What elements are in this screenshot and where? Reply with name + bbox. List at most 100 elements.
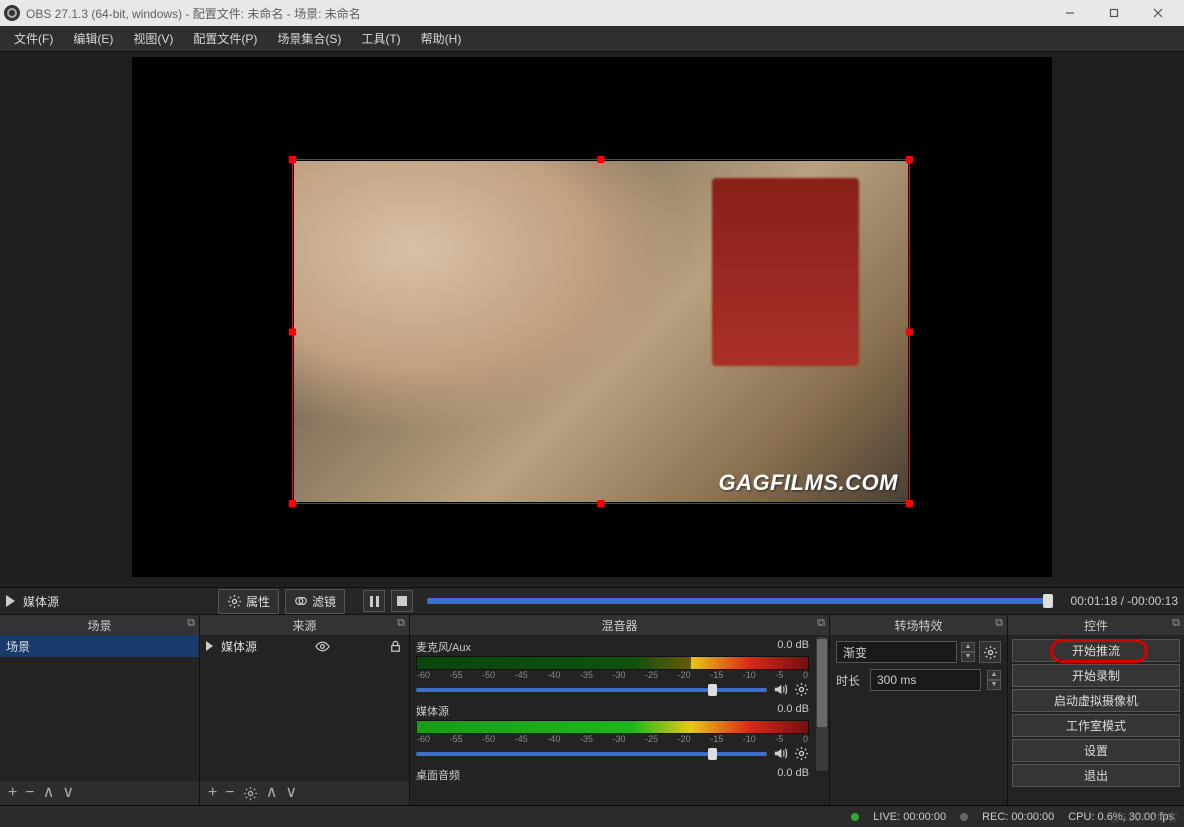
transition-spinner[interactable]: ▲▼ [961,642,975,662]
mute-button[interactable] [773,682,788,697]
add-scene-button[interactable]: + [8,785,17,801]
popout-icon[interactable]: ⧉ [397,617,405,630]
popout-icon[interactable]: ⧉ [817,617,825,630]
resize-handle[interactable] [289,328,296,335]
menu-tools[interactable]: 工具(T) [351,26,410,51]
close-button[interactable] [1136,0,1180,26]
gear-icon [983,645,998,660]
media-transport: 媒体源 属性 滤镜 00:01:18 / -00:00:13 [0,587,1184,615]
scenes-header: 场景⧉ [0,615,199,635]
channel-settings-button[interactable] [794,682,809,697]
duration-input[interactable]: 300 ms [870,669,981,691]
popout-icon[interactable]: ⧉ [1172,617,1180,630]
transition-settings-button[interactable] [979,641,1001,663]
exit-button[interactable]: 退出 [1012,764,1180,787]
seek-thumb[interactable] [1043,594,1053,608]
remove-source-button[interactable]: − [225,785,234,801]
properties-button[interactable]: 属性 [218,589,279,614]
time-display: 00:01:18 / -00:00:13 [1071,594,1178,608]
start-streaming-button[interactable]: 开始推流 [1012,639,1180,662]
source-selection[interactable]: GAGFILMS.COM [292,159,910,504]
blog-watermark: @51CTO博客 [1110,809,1178,825]
sources-toolbar: + − ∧ ∨ [200,781,409,805]
duration-label: 时长 [836,672,864,689]
live-time: LIVE: 00:00:00 [873,811,946,823]
maximize-button[interactable] [1092,0,1136,26]
menu-view[interactable]: 视图(V) [123,26,183,51]
transitions-header: 转场特效⧉ [830,615,1007,635]
source-item[interactable]: 媒体源 [200,635,409,657]
scenes-panel: 场景⧉ 场景 + − ∧ ∨ [0,615,200,805]
mute-button[interactable] [773,746,788,761]
start-recording-button[interactable]: 开始录制 [1012,664,1180,687]
pause-button[interactable] [363,590,385,612]
source-properties-button[interactable] [243,786,258,801]
remove-scene-button[interactable]: − [25,785,34,801]
statusbar: LIVE: 00:00:00 REC: 00:00:00 CPU: 0.6%, … [0,805,1184,827]
settings-button[interactable]: 设置 [1012,739,1180,762]
live-indicator-icon [851,813,859,821]
filters-button[interactable]: 滤镜 [285,589,345,614]
volume-thumb[interactable] [708,748,717,760]
lock-icon[interactable] [388,639,403,654]
resize-handle[interactable] [289,156,296,163]
transition-select[interactable]: 渐变 [836,641,957,663]
scene-up-button[interactable]: ∧ [43,785,55,801]
studio-mode-button[interactable]: 工作室模式 [1012,714,1180,737]
menu-file[interactable]: 文件(F) [4,26,63,51]
volume-slider[interactable] [416,688,767,692]
stop-icon [397,596,407,606]
menu-scenecollection[interactable]: 场景集合(S) [267,26,351,51]
source-up-button[interactable]: ∧ [266,785,278,801]
stop-button[interactable] [391,590,413,612]
volume-thumb[interactable] [708,684,717,696]
controls-panel: 控件⧉ 开始推流 开始录制 启动虚拟摄像机 工作室模式 设置 退出 [1008,615,1184,805]
media-source-icon [206,641,213,651]
resize-handle[interactable] [906,156,913,163]
sources-header: 来源⧉ [200,615,409,635]
preview-canvas[interactable]: GAGFILMS.COM [132,57,1052,577]
scene-item[interactable]: 场景 [0,635,199,657]
popout-icon[interactable]: ⧉ [187,617,195,630]
channel-settings-button[interactable] [794,746,809,761]
menubar: 文件(F) 编辑(E) 视图(V) 配置文件(P) 场景集合(S) 工具(T) … [0,26,1184,52]
mixer-scrollbar[interactable] [816,637,828,771]
seek-bar[interactable] [427,598,1053,604]
volume-slider[interactable] [416,752,767,756]
resize-handle[interactable] [289,500,296,507]
filters-label: 滤镜 [312,593,336,610]
meter-ticks: -60-55-50-45-40-35-30-25-20-15-10-50 [416,734,809,744]
source-name: 媒体源 [23,593,59,610]
window-title: OBS 27.1.3 (64-bit, windows) - 配置文件: 未命名… [26,5,361,22]
add-source-button[interactable]: + [208,785,217,801]
popout-icon[interactable]: ⧉ [995,617,1003,630]
properties-label: 属性 [246,593,270,610]
resize-handle[interactable] [598,500,605,507]
play-icon [6,595,15,607]
vu-meter [416,720,809,734]
mixer-panel: 混音器⧉ 麦克风/Aux0.0 dB -60-55-50-45-40-35-30… [410,615,830,805]
resize-handle[interactable] [598,156,605,163]
mixer-channel: 媒体源0.0 dB -60-55-50-45-40-35-30-25-20-15… [416,703,809,761]
menu-help[interactable]: 帮助(H) [411,26,472,51]
source-down-button[interactable]: ∨ [285,785,297,801]
minimize-button[interactable] [1048,0,1092,26]
transitions-panel: 转场特效⧉ 渐变 ▲▼ 时长 300 ms ▲▼ [830,615,1008,805]
rec-time: REC: 00:00:00 [982,811,1054,823]
filters-icon [294,594,308,608]
scene-down-button[interactable]: ∨ [62,785,74,801]
gear-icon [227,594,242,609]
duration-spinner[interactable]: ▲▼ [987,670,1001,690]
menu-edit[interactable]: 编辑(E) [63,26,123,51]
controls-header: 控件⧉ [1008,615,1184,635]
resize-handle[interactable] [906,500,913,507]
video-content: GAGFILMS.COM [294,161,908,502]
pause-icon [370,596,379,607]
sources-panel: 来源⧉ 媒体源 + − ∧ ∨ [200,615,410,805]
resize-handle[interactable] [906,328,913,335]
menu-profile[interactable]: 配置文件(P) [183,26,267,51]
vu-meter [416,656,809,670]
mixer-channel: 麦克风/Aux0.0 dB -60-55-50-45-40-35-30-25-2… [416,639,809,697]
start-virtualcam-button[interactable]: 启动虚拟摄像机 [1012,689,1180,712]
visibility-icon[interactable] [315,639,330,654]
